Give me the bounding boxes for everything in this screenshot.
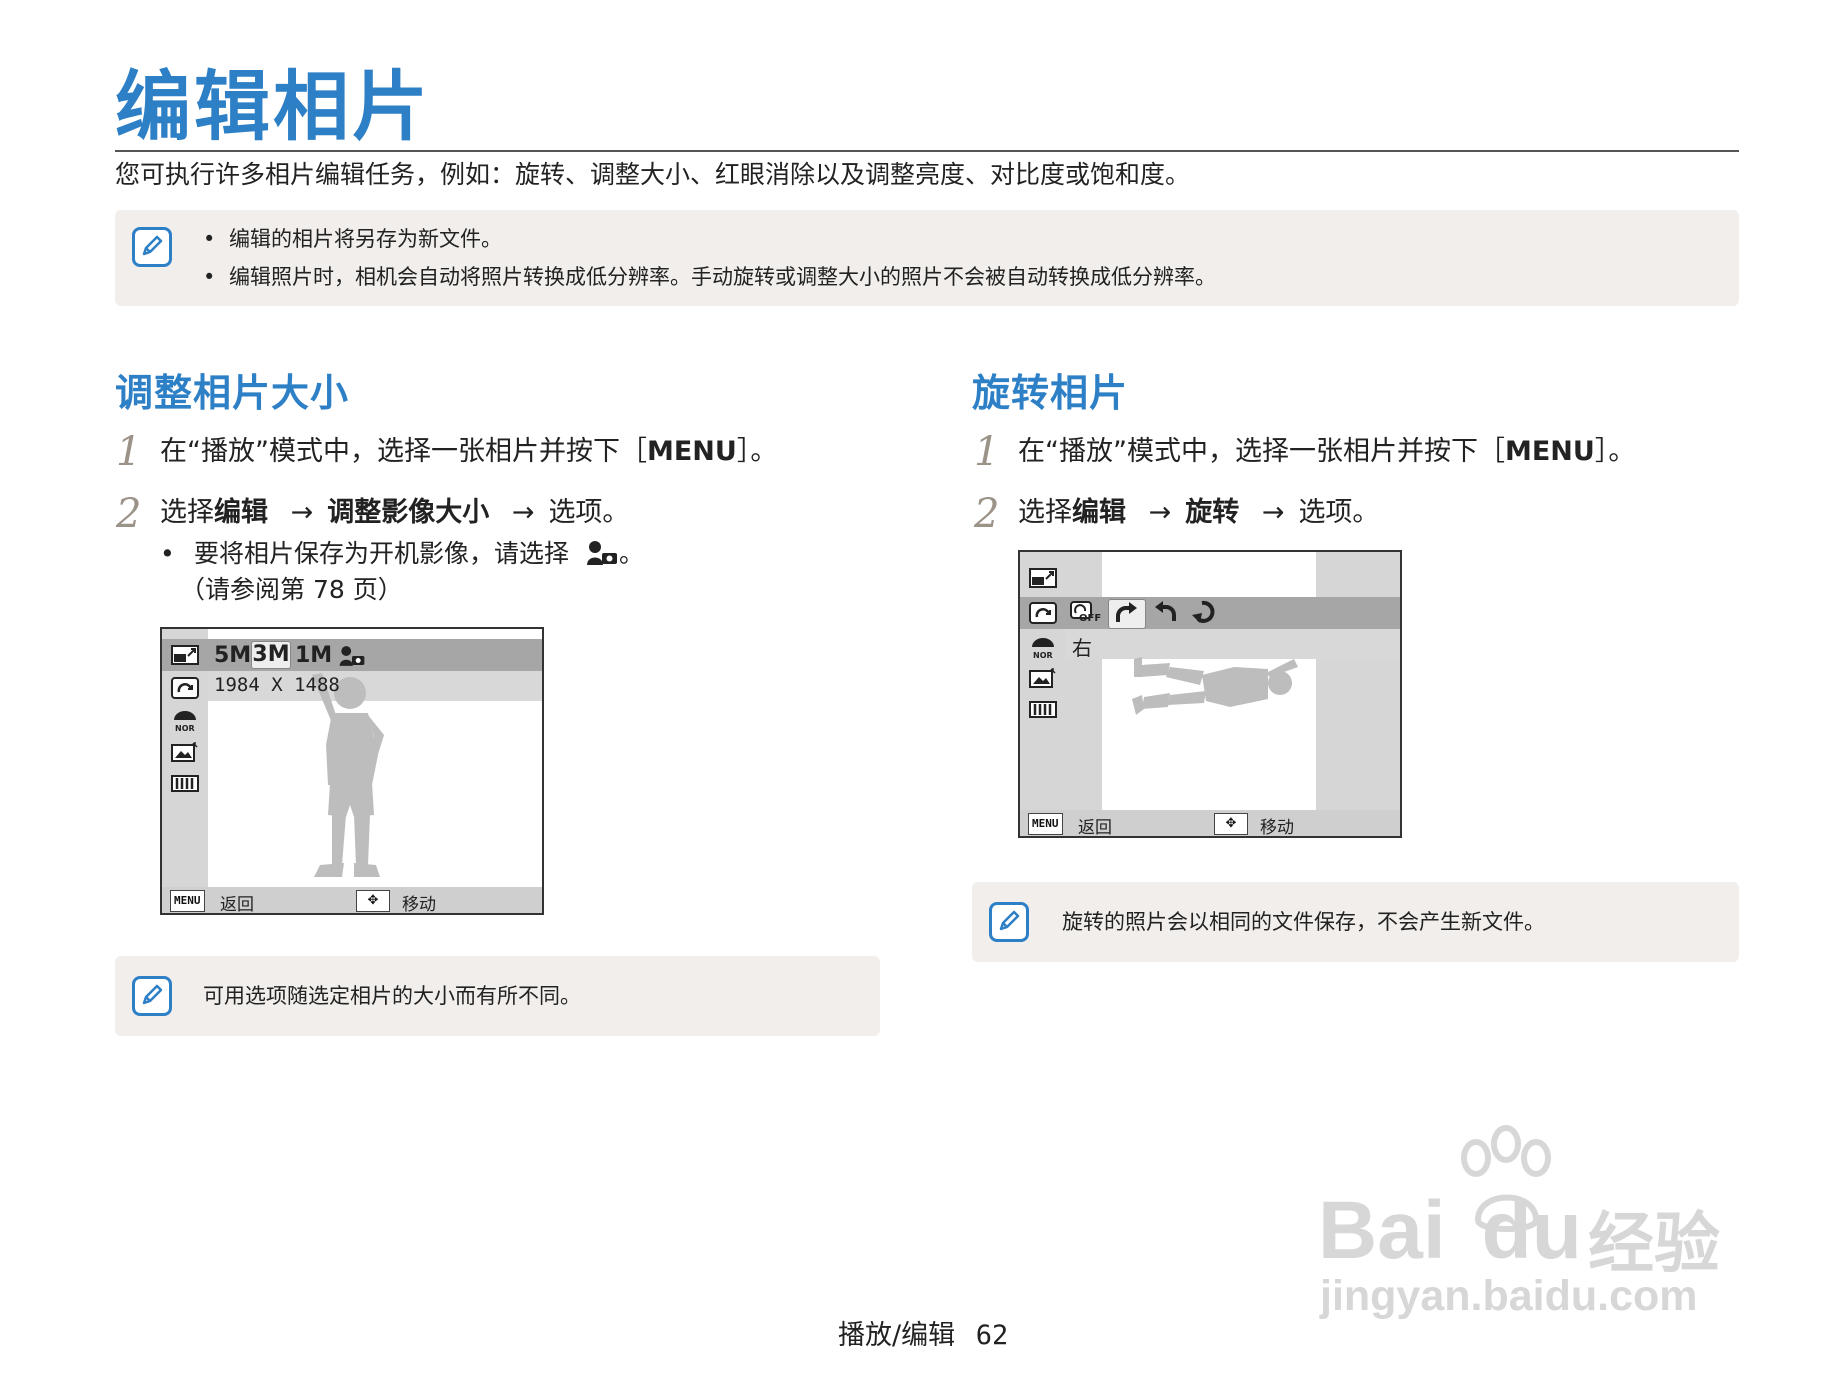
svg-text:NOR: NOR [175,724,195,732]
rotate-note-text: 旋转的照片会以相同的文件保存，不会产生新文件。 [1062,910,1545,934]
resize-menu-icon [171,645,199,665]
startup-image-icon [586,541,617,565]
size-option-1m[interactable]: 1M [295,643,332,669]
move-dpad-icon[interactable]: ✥ [356,890,390,912]
rotate-step-2-number: 2 [974,491,1000,537]
page-footer: 播放/编辑 62 [838,1313,1008,1352]
rotate-step-2: 选择编辑 → 旋转 → 选项。 [1018,497,1380,528]
back-label: 返回 [220,895,254,915]
resize-heading: 调整相片大小 [115,371,350,415]
watermark-brand: Bai du [1318,1185,1582,1276]
rotate-step-1-number: 1 [974,429,1000,475]
intro-text: 您可执行许多相片编辑任务，例如：旋转、调整大小、红眼消除以及调整亮度、对比度或饱… [115,160,1191,189]
screen-bottom-bar [162,887,542,913]
menu-key-chip[interactable]: MENU [170,890,205,912]
note-pencil-icon [132,976,172,1016]
footer-section-label: 播放/编辑 [838,1320,956,1351]
list-item: • 编辑照片时，相机会自动将照片转换成低分辨率。手动旋转或调整大小的照片不会被自动… [203,265,1216,289]
rotate-off-option[interactable]: OFF [1070,601,1102,627]
resize-step-2: 选择编辑 → 调整影像大小 → 选项。 [160,497,630,528]
back-label: 返回 [1078,818,1112,838]
rotate-menu-icon [1029,602,1057,624]
resize-menu-icon [1029,568,1057,588]
resize-page-reference: （请参阅第 78 页） [180,575,403,604]
rotate-menu-icon [171,677,199,699]
move-label: 移动 [402,895,436,915]
rotate-right-icon [1116,602,1137,622]
rotate-left-icon [1155,601,1176,621]
move-dpad-icon[interactable]: ✥ [1214,813,1248,835]
rotated-person-silhouette-image [1132,657,1298,715]
face-retouch-icon [1029,701,1057,718]
note-pencil-icon [132,227,172,267]
off-label: OFF [1079,613,1102,624]
photo-style-icon: NOR [1032,638,1054,659]
rotate-right-option[interactable] [1108,599,1146,629]
screen-bottom-bar [1020,810,1400,836]
person-silhouette-image [312,673,384,877]
menu-key-chip[interactable]: MENU [1028,813,1063,835]
photo-style-icon: NOR [174,711,196,732]
resize-step-1: 在“播放”模式中，选择一张相片并按下［MENU］。 [160,436,778,467]
screen-icon-rail [162,629,208,913]
rotate-left-option[interactable] [1150,599,1182,627]
rotate-camera-screen: NOR OFF 右 MENU 返回 ✥ 移动 [1018,550,1402,838]
size-option-5m[interactable]: 5M [214,643,251,669]
top-note-list: • 编辑的相片将另存为新文件。 • 编辑照片时，相机会自动将照片转换成低分辨率。手动… [203,220,1216,296]
rotate-heading: 旋转相片 [972,371,1129,415]
page-number: 62 [975,1320,1009,1351]
list-item: • 编辑的相片将另存为新文件。 [203,227,502,251]
rotate-180-icon [1192,600,1215,623]
resize-step-1-number: 1 [116,429,142,475]
note-pencil-icon [989,902,1029,942]
top-note-box: • 编辑的相片将另存为新文件。 • 编辑照片时，相机会自动将照片转换成低分辨率。手动… [115,210,1739,306]
move-label: 移动 [1260,818,1294,838]
face-retouch-icon [171,775,199,792]
baidu-watermark: Bai du 经验 jingyan.baidu.com [1318,1124,1748,1324]
watermark-url: jingyan.baidu.com [1320,1272,1698,1320]
svg-text:NOR: NOR [1033,651,1053,659]
rotate-180-option[interactable] [1188,599,1220,627]
image-adjust-icon [171,742,198,762]
resize-step-2-number: 2 [116,491,142,537]
size-option-3m[interactable]: 3M [251,641,291,669]
image-adjust-icon [1029,668,1056,688]
resize-note-text: 可用选项随选定相片的大小而有所不同。 [203,984,581,1008]
preview-left-margin [1066,552,1102,836]
rotate-note-box: 旋转的照片会以相同的文件保存，不会产生新文件。 [972,882,1739,962]
preview-right-margin [1316,552,1400,836]
startup-image-option-icon[interactable] [338,644,366,668]
resize-sub-bullet: • 要将相片保存为开机影像，请选择 。 [160,539,644,568]
resize-note-box: 可用选项随选定相片的大小而有所不同。 [115,956,880,1036]
title-divider [115,150,1739,152]
page-title: 编辑相片 [115,62,431,151]
screen-icon-rail [1020,552,1066,836]
resize-camera-screen: NOR 5M 3M 1M 1984 X 1488 MENU 返回 ✥ 移动 [160,627,544,915]
resolution-readout: 1984 X 1488 [214,674,340,696]
rotation-direction-label: 右 [1072,636,1092,660]
rotate-step-1: 在“播放”模式中，选择一张相片并按下［MENU］。 [1018,436,1636,467]
